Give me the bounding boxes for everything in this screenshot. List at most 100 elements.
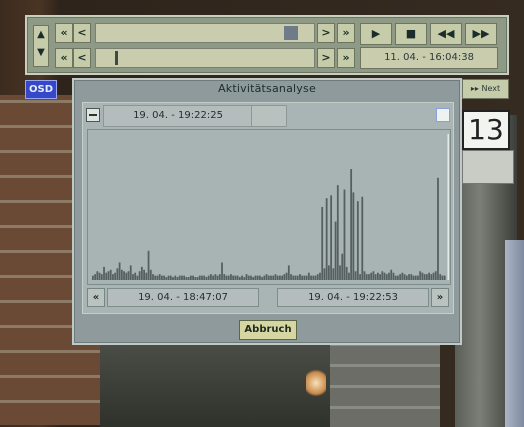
activity-bar <box>397 275 399 280</box>
scroll-left-button[interactable]: « <box>87 288 105 307</box>
activity-bar <box>189 275 192 280</box>
prev-button[interactable]: < <box>73 48 91 68</box>
activity-bar <box>145 272 148 280</box>
activity-bar <box>417 275 419 280</box>
activity-chart[interactable] <box>87 129 451 285</box>
activity-bar <box>181 275 183 280</box>
activity-bar <box>154 275 157 280</box>
osd-button[interactable]: OSD <box>25 80 57 99</box>
activity-bar <box>330 195 333 280</box>
range-start-time: 19. 04. - 18:47:07 <box>107 288 259 307</box>
scroll-right-button[interactable]: » <box>431 288 449 307</box>
activity-bar <box>196 277 199 280</box>
fine-slider-thumb[interactable] <box>115 51 118 65</box>
activity-analysis-dialog: Aktivitätsanalyse 19. 04. - 19:22:25 « 1… <box>72 78 462 345</box>
activity-bar <box>98 272 101 280</box>
cancel-button[interactable]: Abbruch <box>239 320 297 340</box>
activity-bar <box>103 266 105 280</box>
next-button[interactable]: > <box>317 23 335 43</box>
activity-bar <box>432 272 435 280</box>
current-datetime: 11. 04. - 16:04:38 <box>360 47 498 69</box>
activity-bar <box>405 275 408 280</box>
window-edge <box>505 240 524 427</box>
last-button[interactable]: » <box>337 48 355 68</box>
first-button[interactable]: « <box>55 23 73 43</box>
activity-bar <box>352 192 355 280</box>
activity-bar <box>254 275 257 280</box>
activity-bar <box>279 275 281 280</box>
camera-select-stepper[interactable]: ▲ ▼ <box>33 25 49 67</box>
activity-bar <box>394 275 397 280</box>
activity-bar <box>147 250 150 280</box>
first-button[interactable]: « <box>55 48 73 68</box>
lamp-light <box>306 368 326 398</box>
activity-bar <box>354 271 357 280</box>
activity-bar <box>310 275 312 280</box>
activity-bar <box>301 275 304 280</box>
activity-bar <box>348 272 350 280</box>
activity-bar <box>441 275 444 280</box>
time-range-scroller: « 19. 04. - 18:47:07 19. 04. - 19:22:53 … <box>87 287 449 307</box>
activity-bar <box>434 271 437 280</box>
activity-bar <box>238 277 241 280</box>
activity-bar <box>241 275 243 280</box>
dialog-title: Aktivitätsanalyse <box>218 82 316 95</box>
maximize-icon[interactable] <box>436 108 450 122</box>
fastforward-button[interactable]: ▶▶ <box>465 23 497 45</box>
activity-bar <box>114 272 117 280</box>
last-button[interactable]: » <box>337 23 355 43</box>
activity-bar <box>350 169 353 280</box>
arrow-up-icon[interactable]: ▲ <box>34 26 48 44</box>
activity-bar <box>334 221 337 280</box>
activity-bar <box>314 275 317 280</box>
activity-bar <box>299 274 301 280</box>
playback-control-panel: ▲ ▼ « < > » « < > » ▶ ■ ◀◀ ▶▶ 11. 04. - … <box>25 15 509 75</box>
activity-bar <box>194 277 197 280</box>
activity-bar <box>165 277 168 280</box>
activity-bar <box>361 196 364 280</box>
minimize-icon[interactable] <box>86 108 100 122</box>
activity-bar <box>428 272 430 280</box>
activity-bar <box>107 271 110 280</box>
activity-bar <box>223 274 226 280</box>
rewind-button[interactable]: ◀◀ <box>430 23 462 45</box>
activity-bar <box>136 275 139 280</box>
activity-bar <box>296 275 299 280</box>
range-end-time: 19. 04. - 19:22:53 <box>277 288 429 307</box>
play-button[interactable]: ▶ <box>360 23 392 45</box>
activity-bar <box>243 277 246 280</box>
activity-bar <box>152 274 154 280</box>
activity-bar <box>216 275 219 280</box>
activity-bar <box>343 189 346 280</box>
brick-wall-right <box>330 345 440 427</box>
activity-bar <box>183 275 186 280</box>
coarse-slider-track[interactable] <box>95 23 315 43</box>
activity-bar <box>178 275 181 280</box>
activity-bar <box>207 275 210 280</box>
coarse-slider-thumb[interactable] <box>284 26 298 40</box>
activity-bar <box>245 274 248 280</box>
timestamp-tab[interactable] <box>251 105 287 127</box>
activity-bar <box>281 275 284 280</box>
activity-bar <box>372 271 375 280</box>
activity-bar <box>290 274 292 280</box>
arrow-down-icon[interactable]: ▼ <box>34 44 48 62</box>
next-camera-button[interactable]: ▸▸ Next <box>462 79 509 99</box>
activity-bar <box>307 272 310 280</box>
activity-bar <box>132 274 134 280</box>
activity-bar <box>423 274 426 280</box>
activity-bar <box>187 277 190 280</box>
fine-slider-track[interactable] <box>95 48 315 68</box>
activity-bar <box>118 262 121 280</box>
activity-bar <box>176 277 179 280</box>
activity-bar <box>94 274 97 280</box>
prev-button[interactable]: < <box>73 23 91 43</box>
next-button[interactable]: > <box>317 48 335 68</box>
fine-time-slider: « < > » <box>55 48 357 68</box>
post-number-sign: 13 <box>462 110 510 150</box>
activity-bar <box>210 274 212 280</box>
activity-bar <box>232 275 235 280</box>
activity-bar <box>276 275 279 280</box>
stop-button[interactable]: ■ <box>395 23 427 45</box>
activity-bar <box>109 269 112 280</box>
